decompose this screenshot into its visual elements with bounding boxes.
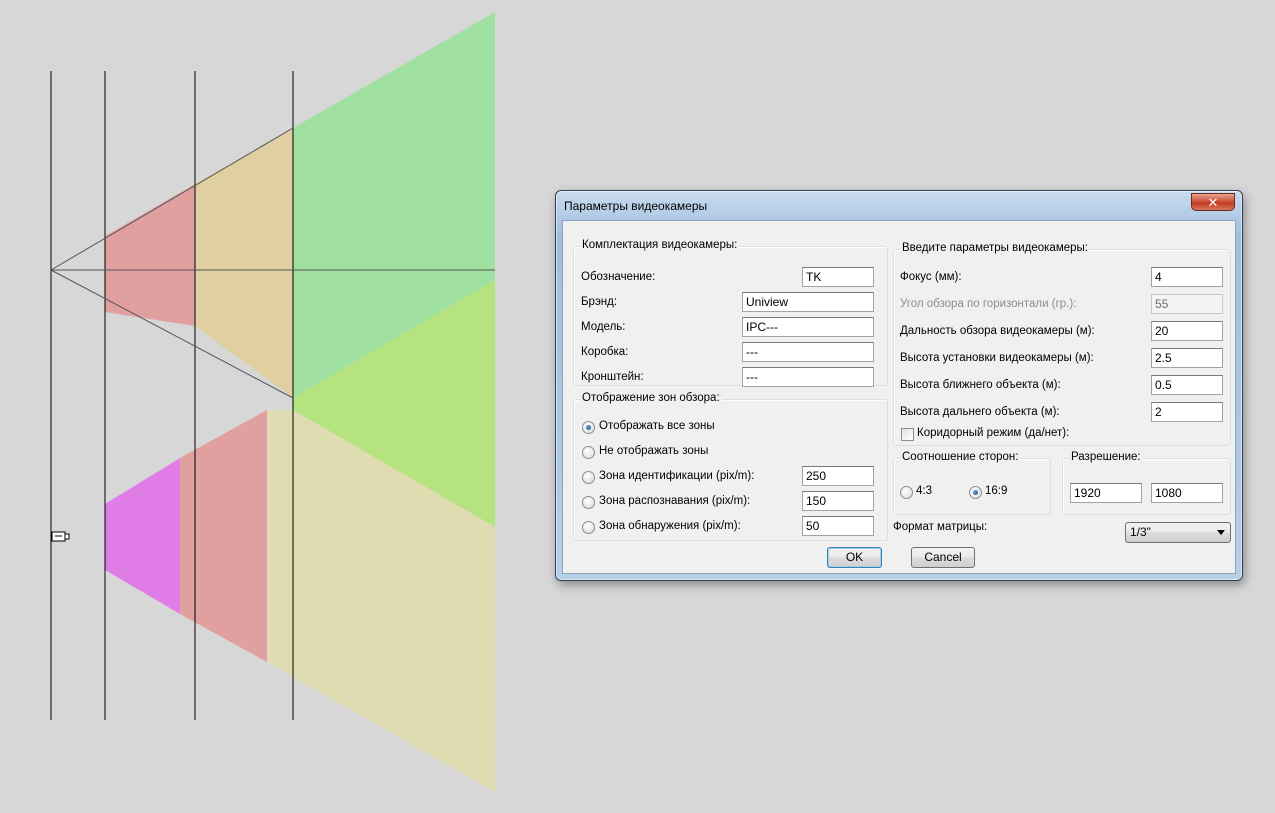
detection-zone-radio[interactable] bbox=[582, 521, 595, 534]
top-detection-zone bbox=[293, 12, 495, 270]
aspect-16-9-radio[interactable] bbox=[969, 486, 982, 499]
recognition-zone-label: Зона распознавания (pix/m): bbox=[599, 495, 751, 507]
aspect-16-9-label: 16:9 bbox=[985, 485, 1008, 497]
corridor-mode-checkbox[interactable] bbox=[901, 428, 914, 441]
identification-zone-field[interactable] bbox=[802, 466, 874, 486]
matrix-format-label: Формат матрицы: bbox=[893, 521, 988, 533]
mount-height-label: Высота установки видеокамеры (м): bbox=[900, 352, 1094, 364]
close-button[interactable]: ✕ bbox=[1191, 193, 1235, 211]
designation-field[interactable] bbox=[802, 267, 874, 287]
cancel-button[interactable]: Cancel bbox=[911, 547, 975, 568]
identification-zone-radio[interactable] bbox=[582, 471, 595, 484]
show-all-zones-label: Отображать все зоны bbox=[599, 420, 715, 432]
aspect-4-3-radio[interactable] bbox=[900, 486, 913, 499]
params-group-legend: Введите параметры видеокамеры: bbox=[900, 242, 1090, 254]
camera-icon[interactable] bbox=[51, 531, 70, 542]
top-lower-identification-zone bbox=[105, 270, 195, 326]
near-object-height-label: Высота ближнего объекта (м): bbox=[900, 379, 1061, 391]
top-recognition-zone bbox=[195, 128, 293, 270]
detection-zone-label: Зона обнаружения (pix/m): bbox=[599, 520, 741, 532]
focus-field[interactable] bbox=[1151, 267, 1223, 287]
kit-group-legend: Комплектация видеокамеры: bbox=[580, 239, 740, 251]
chevron-down-icon[interactable] bbox=[1217, 530, 1225, 535]
matrix-format-value: 1/3" bbox=[1130, 525, 1151, 539]
horizontal-angle-field bbox=[1151, 294, 1223, 314]
matrix-format-select[interactable]: 1/3" bbox=[1125, 522, 1231, 543]
hide-zones-radio[interactable] bbox=[582, 446, 595, 459]
near-object-height-field[interactable] bbox=[1151, 375, 1223, 395]
aspect-4-3-label: 4:3 bbox=[916, 485, 932, 497]
zones-group-legend: Отображение зон обзора: bbox=[580, 392, 722, 404]
focus-label: Фокус (мм): bbox=[900, 271, 962, 283]
brand-label: Брэнд: bbox=[581, 296, 618, 308]
recognition-zone-field[interactable] bbox=[802, 491, 874, 511]
mount-height-field[interactable] bbox=[1151, 348, 1223, 368]
top-lower-recognition-zone bbox=[195, 270, 293, 398]
top-identification-zone bbox=[105, 184, 195, 270]
bracket-label: Кронштейн: bbox=[581, 371, 644, 383]
recognition-zone-radio[interactable] bbox=[582, 496, 595, 509]
far-object-height-label: Высота дальнего объекта (м): bbox=[900, 406, 1060, 418]
resolution-height-field[interactable] bbox=[1151, 483, 1223, 503]
close-icon: ✕ bbox=[1207, 195, 1219, 210]
resolution-group-legend: Разрешение: bbox=[1069, 451, 1143, 463]
side-near-zone bbox=[105, 458, 180, 614]
bracket-field[interactable] bbox=[742, 367, 874, 387]
model-label: Модель: bbox=[581, 321, 626, 333]
ok-button[interactable]: OK bbox=[827, 547, 882, 568]
view-range-field[interactable] bbox=[1151, 321, 1223, 341]
show-all-zones-radio[interactable] bbox=[582, 421, 595, 434]
far-object-height-field[interactable] bbox=[1151, 402, 1223, 422]
brand-field[interactable] bbox=[742, 292, 874, 312]
detection-zone-field[interactable] bbox=[802, 516, 874, 536]
side-identification-zone bbox=[180, 410, 267, 662]
designation-label: Обозначение: bbox=[581, 271, 656, 283]
hide-zones-label: Не отображать зоны bbox=[599, 445, 709, 457]
horizontal-angle-label: Угол обзора по горизонтали (гр.): bbox=[900, 298, 1077, 310]
dialog-title: Параметры видеокамеры bbox=[564, 199, 708, 213]
aspect-group-legend: Соотношение сторон: bbox=[900, 451, 1021, 463]
resolution-width-field[interactable] bbox=[1070, 483, 1142, 503]
view-range-label: Дальность обзора видеокамеры (м): bbox=[900, 325, 1095, 337]
dialog-client: Комплектация видеокамеры: Обозначение: Б… bbox=[562, 220, 1236, 574]
box-field[interactable] bbox=[742, 342, 874, 362]
box-label: Коробка: bbox=[581, 346, 629, 358]
camera-params-dialog: Параметры видеокамеры ✕ Комплектация вид… bbox=[555, 190, 1243, 581]
identification-zone-label: Зона идентификации (pix/m): bbox=[599, 470, 755, 482]
corridor-mode-label: Коридорный режим (да/нет): bbox=[917, 427, 1070, 439]
model-field[interactable] bbox=[742, 317, 874, 337]
